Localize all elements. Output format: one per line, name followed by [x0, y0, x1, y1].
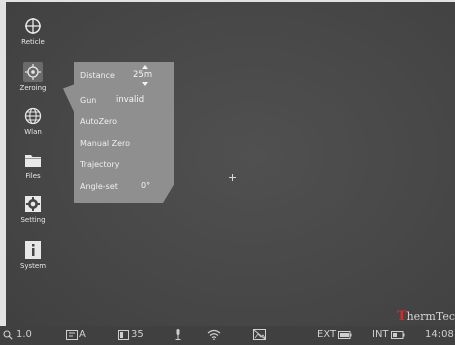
folder-icon: [23, 150, 43, 170]
shutter-icon: [66, 329, 78, 340]
sidebar-item-system[interactable]: System: [11, 240, 55, 270]
clock: 14:08: [425, 329, 454, 340]
calibration-mode-indicator: A: [66, 329, 86, 340]
increase-arrow-icon[interactable]: [142, 65, 148, 69]
sidebar-item-label: System: [19, 262, 47, 270]
external-battery-indicator: EXT: [317, 329, 352, 340]
sidebar-item-setting[interactable]: Setting: [11, 194, 55, 224]
zeroing-menu: Distance 25m Gun invalid AutoZero Manual…: [74, 62, 174, 203]
mode-value: A: [79, 329, 86, 340]
palette-value: 35: [131, 329, 144, 340]
sidebar-item-files[interactable]: Files: [11, 150, 55, 180]
ext-label: EXT: [317, 329, 337, 340]
int-label: INT: [372, 329, 389, 340]
sidebar-item-label: Files: [25, 172, 41, 180]
decrease-arrow-icon[interactable]: [142, 82, 148, 86]
distance-value[interactable]: 25m: [133, 70, 152, 80]
sidebar-item-label: Wlan: [24, 128, 42, 136]
external-battery-icon: [338, 330, 352, 339]
center-crosshair: [229, 174, 236, 181]
wifi-icon: [207, 329, 221, 340]
sidebar-item-zeroing[interactable]: Zeroing: [11, 62, 55, 92]
sidebar-item-wlan[interactable]: Wlan: [11, 106, 55, 136]
manual-zero-item[interactable]: Manual Zero: [80, 139, 130, 148]
palette-icon: [118, 329, 129, 340]
microphone-icon: [174, 329, 182, 340]
status-bar: 1.0 A 35 EXT INT 14:08: [0, 326, 455, 345]
brand-logo: ThermTec: [396, 309, 455, 324]
crosshair-circle-icon: [23, 16, 43, 36]
gun-value[interactable]: invalid: [116, 95, 144, 105]
gun-label[interactable]: Gun: [80, 96, 96, 105]
sidebar-item-label: Setting: [20, 216, 46, 224]
palette-indicator: 35: [118, 329, 144, 340]
angle-set-label[interactable]: Angle-set: [80, 182, 118, 191]
zoom-value: 1.0: [16, 329, 32, 340]
internal-battery-indicator: INT: [372, 329, 405, 340]
sidebar-item-reticle[interactable]: Reticle: [11, 16, 55, 46]
zoom-indicator: 1.0: [3, 329, 32, 340]
zeroing-target-icon: [23, 62, 43, 82]
no-image-icon: [253, 329, 266, 340]
distance-label[interactable]: Distance: [80, 71, 115, 80]
sidebar-item-label: Reticle: [21, 38, 45, 46]
globe-icon: [23, 106, 43, 126]
sidebar-item-label: Zeroing: [19, 84, 47, 92]
trajectory-item[interactable]: Trajectory: [80, 160, 120, 169]
zoom-icon: [3, 329, 13, 340]
internal-battery-icon: [390, 330, 405, 339]
angle-set-value[interactable]: 0°: [141, 181, 150, 190]
gear-icon: [23, 194, 43, 214]
info-icon: [23, 240, 43, 260]
autozero-item[interactable]: AutoZero: [80, 117, 117, 126]
